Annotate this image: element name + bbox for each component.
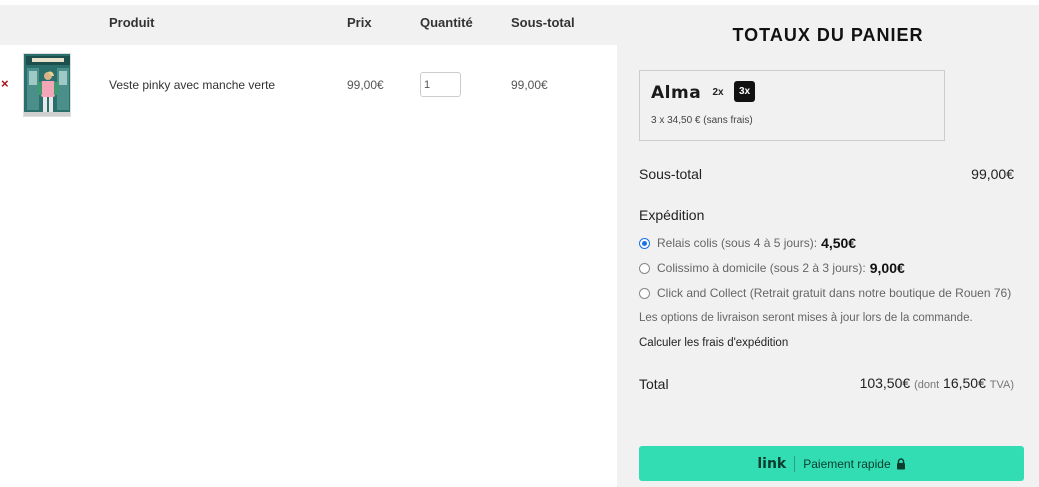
item-price: 99,00€ [347, 78, 384, 92]
shipping-note: Les options de livraison seront mises à … [639, 312, 973, 324]
cart-totals-title: TOTAUX DU PANIER [732, 25, 924, 45]
shipping-option-colissimo[interactable]: Colissimo à domicile (sous 2 à 3 jours):… [639, 260, 905, 276]
header-subtotal: Sous-total [511, 15, 575, 30]
shipping-option-click-collect[interactable]: Click and Collect (Retrait gratuit dans … [639, 285, 1011, 301]
total-value-group: 103,50€ (dont 16,50€ TVA) [860, 375, 1014, 391]
lock-icon [896, 457, 905, 469]
subtotal-label: Sous-total [639, 166, 703, 182]
cart-table: Produit Prix Quantité Sous-total × Veste… [0, 0, 617, 487]
subtotal-value: 99,00€ [971, 166, 1014, 182]
radio-selected-icon[interactable] [639, 237, 650, 249]
shipping-title: Expédition [639, 207, 705, 223]
alma-option-3x[interactable]: 3x [734, 81, 755, 102]
shipping-option-label: Click and Collect (Retrait gratuit dans … [657, 286, 1012, 300]
divider [794, 455, 796, 472]
item-subtotal: 99,00€ [511, 78, 548, 92]
header-product: Produit [109, 15, 155, 30]
link-logo: link [757, 455, 787, 472]
quantity-input[interactable] [420, 72, 461, 97]
link-pay-button[interactable]: link Paiement rapide [639, 446, 1024, 481]
total-value: 103,50€ [859, 375, 911, 391]
header-price: Prix [347, 15, 372, 30]
product-thumbnail[interactable] [23, 53, 71, 117]
cart-table-header: Produit Prix Quantité Sous-total [0, 5, 617, 45]
total-dont-label: (dont [914, 379, 940, 391]
product-name-link[interactable]: Veste pinky avec manche verte [109, 78, 275, 92]
cart-totals-panel: TOTAUX DU PANIER Alma 2x 3x 3 x 34,50 € … [617, 5, 1039, 487]
alma-widget: Alma 2x 3x 3 x 34,50 € (sans frais) [639, 70, 945, 141]
cart-row: × Veste pinky avec manche verte 99,00€ 1… [0, 45, 617, 125]
total-tax-label: TVA) [989, 379, 1014, 391]
shipping-option-relais[interactable]: Relais colis (sous 4 à 5 jours): 4,50€ [639, 235, 856, 251]
radio-icon[interactable] [639, 262, 650, 274]
pay-button-label: Paiement rapide [803, 456, 891, 471]
alma-installment-detail: 3 x 34,50 € (sans frais) [651, 115, 753, 126]
radio-icon[interactable] [639, 287, 650, 299]
shipping-option-price: 4,50€ [821, 235, 857, 251]
shipping-option-label: Relais colis (sous 4 à 5 jours): [657, 236, 818, 250]
remove-item-button[interactable]: × [1, 77, 9, 91]
total-label: Total [639, 376, 669, 392]
header-quantity: Quantité [420, 15, 473, 30]
total-tax-value: 16,50€ [943, 375, 986, 391]
calculate-shipping-link[interactable]: Calculer les frais d'expédition [639, 337, 788, 349]
shipping-option-label: Colissimo à domicile (sous 2 à 3 jours): [657, 261, 866, 275]
shipping-option-price: 9,00€ [869, 260, 905, 276]
alma-option-2x[interactable]: 2x [708, 83, 728, 103]
product-image [24, 54, 70, 116]
alma-logo: Alma [651, 83, 702, 103]
